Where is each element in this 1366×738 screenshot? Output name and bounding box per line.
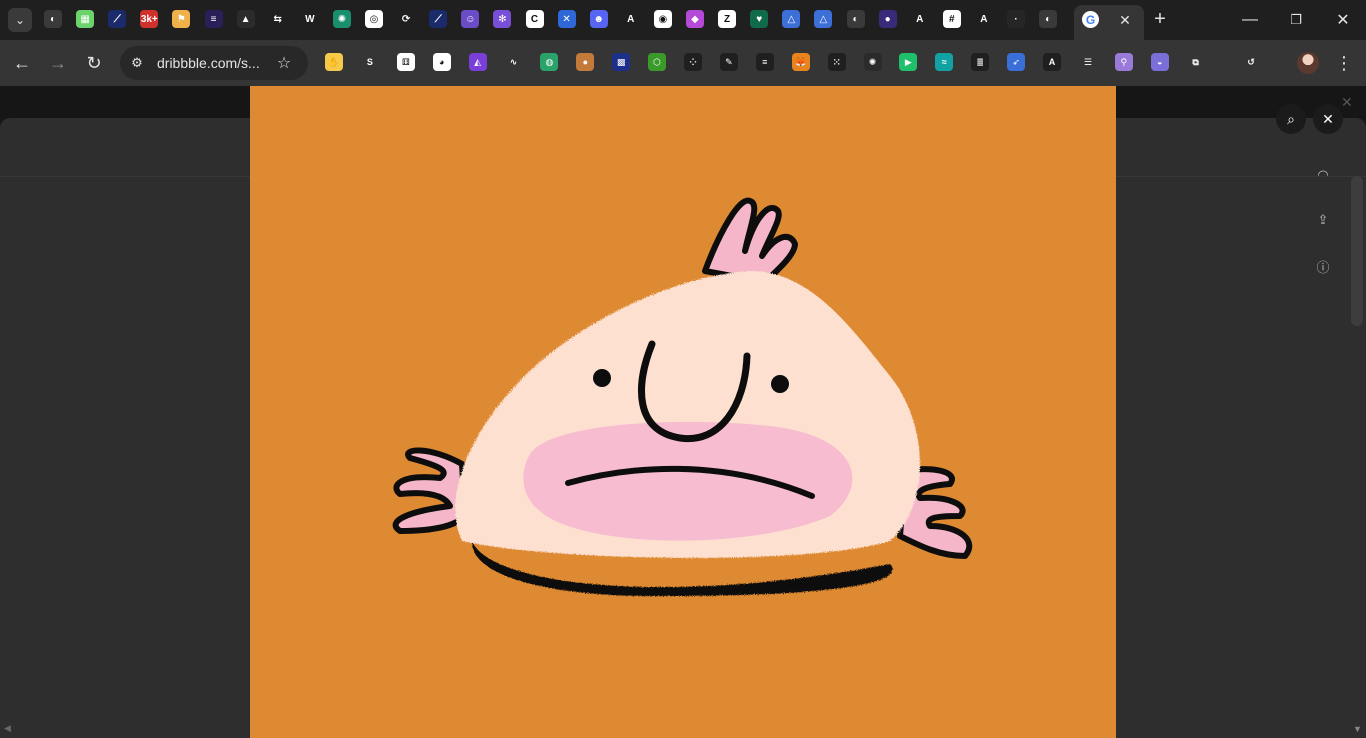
pen-extension-icon[interactable]: ✎ (719, 53, 738, 71)
arrows-favicon[interactable]: ⇆ (268, 10, 287, 28)
window-close-button[interactable]: ✕ (1331, 8, 1355, 32)
hand-extension-icon[interactable]: ✋ (325, 53, 343, 71)
smiley-favicon[interactable]: ☺ (461, 10, 480, 28)
octopus-extension-icon[interactable]: ✺ (863, 53, 882, 71)
sliders-extension-icon[interactable]: ☰ (1078, 53, 1097, 71)
right-eye (771, 375, 789, 393)
share-icon[interactable]: ⇪ (1314, 211, 1332, 229)
puzzle-extension-icon[interactable]: ⧉ (1186, 53, 1205, 71)
dark-favicon[interactable]: · (1007, 10, 1025, 28)
qr-favicon[interactable]: ▦ (76, 10, 95, 28)
globe-favicon[interactable]: ◐ (846, 10, 865, 28)
restore-button[interactable]: ❐ (1284, 8, 1308, 32)
cross-favicon[interactable]: ✕ (557, 10, 576, 28)
purple-flower-favicon[interactable]: ✻ (493, 10, 512, 28)
a-dark-favicon-2[interactable]: A (974, 10, 993, 28)
s-extension-icon[interactable]: S (360, 53, 379, 71)
dots-extension-icon[interactable]: ⁘ (684, 53, 702, 71)
left-eye (593, 369, 611, 387)
stack-extension-icon[interactable]: ≣ (971, 53, 990, 71)
wave-extension-icon[interactable]: ∿ (504, 53, 523, 71)
head-tuft (702, 197, 798, 285)
red-badge-favicon[interactable]: 3k+ (140, 10, 159, 28)
address-bar[interactable]: ⚙ dribbble.com/s... ☆ (120, 46, 308, 80)
ext-tab-favicon[interactable]: ◐ (44, 10, 62, 28)
circle-favicon[interactable]: ◎ (365, 10, 383, 28)
shield-favicon[interactable]: ◉ (653, 10, 672, 28)
green-play-extension-icon[interactable]: ▶ (899, 53, 918, 71)
yellow-flag-favicon[interactable]: ⚑ (172, 10, 191, 28)
blue-triangle-favicon[interactable]: △ (782, 10, 801, 28)
prism-extension-icon[interactable]: ◭ (468, 53, 487, 71)
teal-wave-extension-icon[interactable]: ≈ (935, 53, 954, 71)
vertical-scrollbar[interactable] (1351, 176, 1363, 326)
green-heart-favicon[interactable]: ♥ (750, 10, 769, 28)
gem-favicon[interactable]: ◆ (686, 10, 704, 28)
zoom-button[interactable]: ⌕ (1276, 104, 1306, 134)
blobfish-illustration (392, 197, 973, 597)
dice-extension-icon[interactable]: ⚅ (396, 53, 415, 71)
teal-favicon[interactable]: ⟳ (397, 10, 416, 28)
c-logo-favicon[interactable]: C (525, 10, 544, 28)
scroll-down-arrow[interactable]: ▼ (1353, 724, 1362, 734)
minimize-button[interactable]: — (1238, 8, 1262, 32)
w-logo-favicon[interactable]: W (300, 10, 319, 28)
blue-swoosh-favicon[interactable]: ⟋ (108, 10, 127, 28)
grid-favicon[interactable]: # (942, 10, 961, 28)
history-extension-icon[interactable]: ↺ (1242, 53, 1260, 71)
blue-grid-extension-icon[interactable]: ▩ (612, 53, 631, 71)
openai-favicon[interactable]: ✺ (332, 10, 351, 28)
browser-toolbar: ← → ↻ ⚙ dribbble.com/s... ☆ ✋ S ⚅ ◕ ◭ ∿ ◍ ● ▩ ⬡ ⁘ ✎… (0, 40, 1366, 86)
tab-search-button[interactable]: ⌄ (8, 8, 32, 32)
reload-button[interactable]: ↻ (82, 51, 106, 75)
red-triangle-favicon[interactable]: ▲ (236, 10, 255, 28)
site-info-icon[interactable]: ⚙ (128, 54, 146, 72)
profile-avatar[interactable] (1297, 52, 1319, 74)
metamask-extension-icon[interactable]: 🦊 (791, 53, 810, 71)
pin-extension-icon[interactable]: ⚲ (1114, 53, 1133, 71)
page-viewport: ✕ ◠ ⇪ ⓘ ◀ ▼ ⌕ ✕ (0, 86, 1366, 738)
blue-swoosh-favicon-2[interactable]: ⟋ (429, 10, 448, 28)
lines-extension-icon[interactable]: ≡ (755, 53, 774, 71)
scroll-left-arrow[interactable]: ◀ (4, 723, 11, 734)
green-globe-extension-icon[interactable]: ◍ (540, 53, 559, 71)
a-logo-favicon[interactable]: A (621, 10, 640, 28)
forward-button[interactable]: → (46, 51, 70, 75)
a-dark-favicon[interactable]: A (910, 10, 929, 28)
green-hex-extension-icon[interactable]: ⬡ (648, 53, 667, 71)
faint-close-icon: ✕ (1341, 94, 1353, 110)
back-button[interactable]: ← (10, 51, 34, 75)
blue-triangle-favicon-2[interactable]: △ (814, 10, 833, 28)
chevron-down-icon: ⌄ (14, 13, 26, 27)
tab-close-button[interactable]: ✕ (1116, 11, 1134, 29)
a-extension-icon[interactable]: A (1043, 53, 1061, 71)
bookmark-star-icon[interactable]: ☆ (274, 53, 294, 73)
info-icon[interactable]: ⓘ (1314, 257, 1332, 275)
purple-lines-favicon[interactable]: ≡ (204, 10, 223, 28)
pattern-extension-icon[interactable]: ⁙ (827, 53, 846, 71)
new-tab-button[interactable]: + (1150, 9, 1170, 30)
purple-orb-favicon[interactable]: ● (878, 10, 897, 28)
discord-favicon[interactable]: ☻ (589, 10, 608, 28)
url-text[interactable]: dribbble.com/s... (157, 55, 260, 71)
google-icon: G (1082, 11, 1099, 28)
globe-favicon-2[interactable]: ◐ (1039, 10, 1058, 28)
ghost-extension-icon[interactable]: ◒ (1150, 53, 1169, 71)
orange-ball-extension-icon[interactable]: ● (576, 53, 595, 71)
z-logo-favicon[interactable]: Z (718, 10, 737, 28)
tab-strip: ⌄ ◐ ▦ ⟋ 3k+ ⚑ ≡ ▲ ⇆ W ✺ ◎ ⟳ ⟋ ☺ ✻ C ✕ ☻ A ◉ ◆ Z ♥ △ △ ◐ ● A # A · ◐ G ✕… (0, 0, 1366, 40)
shot-image (250, 86, 1116, 738)
bird-extension-icon[interactable]: ➶ (1007, 53, 1026, 71)
panda-extension-icon[interactable]: ◕ (432, 53, 451, 71)
left-fin (392, 447, 468, 534)
comment-icon[interactable]: ◠ (1314, 166, 1332, 184)
browser-menu-button[interactable]: ⋮ (1334, 51, 1354, 75)
lightbox-close-button[interactable]: ✕ (1313, 104, 1343, 134)
